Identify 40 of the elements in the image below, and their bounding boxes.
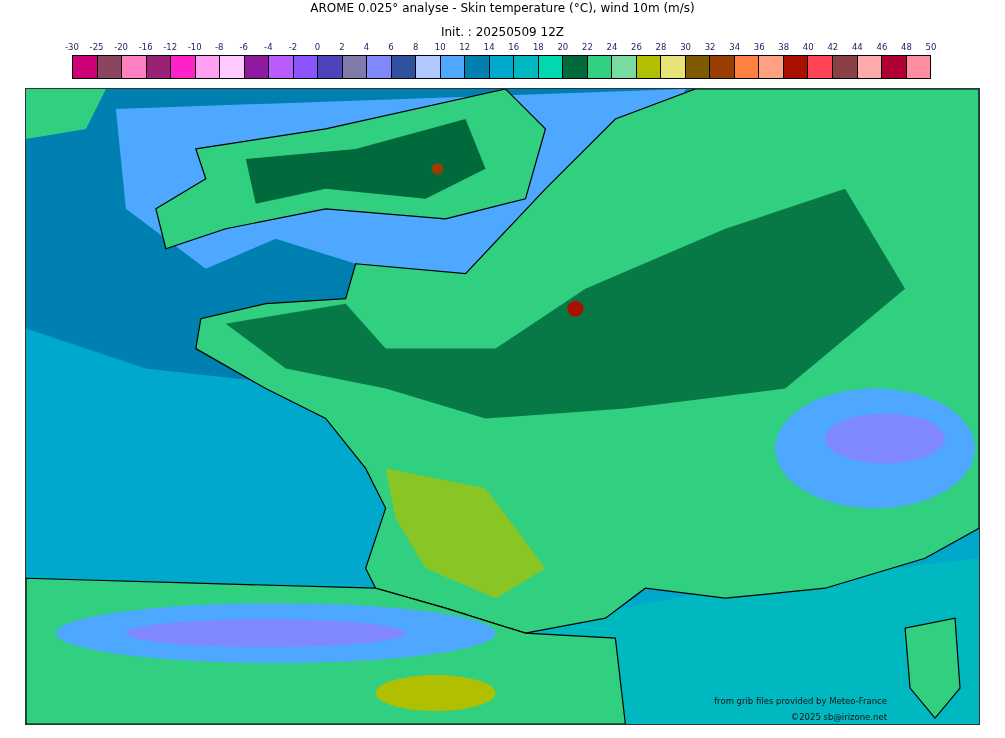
colorbar-tick-label: 12 [459,42,471,52]
colorbar-tick-label: 40 [802,42,814,52]
colorbar-tick-label: 34 [729,42,741,52]
colorbar-tick-label: 0 [314,42,321,52]
colorbar-tick-label: 30 [680,42,691,52]
colorbar-tick-label: 22 [582,42,593,52]
colorbar-tick-label: 24 [606,42,618,52]
colorbar-tick-label: 2 [339,42,345,52]
colorbar-tick-label: 26 [631,42,642,52]
colorbar-tick-label: 48 [901,42,912,52]
colorbar-tick-label: -20 [114,42,128,52]
colorbar-tick-label: 8 [412,42,419,52]
colorbar-tick-label: 20 [557,42,569,52]
colorbar-tick-label: 32 [704,42,716,52]
colorbar-tick-label: 50 [925,42,937,52]
colorbar-tick-label: -25 [89,42,104,52]
colorbar-tick-label: 10 [434,42,446,52]
colorbar-tick-label: 38 [778,42,790,52]
colorbar-tick-label: -4 [264,42,273,52]
colorbar-tick-label: -12 [163,42,178,52]
colorbar-tick-label: 18 [532,42,544,52]
chart-title: AROME 0.025° analyse - Skin temperature (°C), wind 10m (m/s) [309,0,696,17]
colorbar-tick-label: 4 [363,42,370,52]
colorbar-tick-label: -2 [288,42,298,52]
colorbar-tick-label: 36 [753,42,765,52]
colorbar-tick-label: -10 [187,42,202,52]
colorbar-tick-label: 14 [483,42,495,52]
colorbar-tick-label: 6 [388,42,394,52]
colorbar-tick-label: 28 [655,42,667,52]
colorbar-tick-label: -16 [138,42,153,52]
colorbar-tick-label: -8 [215,42,224,52]
colorbar-tick-label: 42 [827,42,839,52]
colorbar-tick-label: 16 [508,42,520,52]
colorbar-tick-label: -30 [65,42,79,52]
source-note: from grib files provided by Meteo-France [714,696,887,706]
colorbar-tick-label: 44 [851,42,863,52]
init-time: Init. : 20250509 12Z [439,24,566,40]
copyright-note: ©2025 sb@irizone.net [790,712,887,722]
colorbar-tick-label: -6 [239,42,249,52]
colorbar-tick-label: 46 [876,42,888,52]
